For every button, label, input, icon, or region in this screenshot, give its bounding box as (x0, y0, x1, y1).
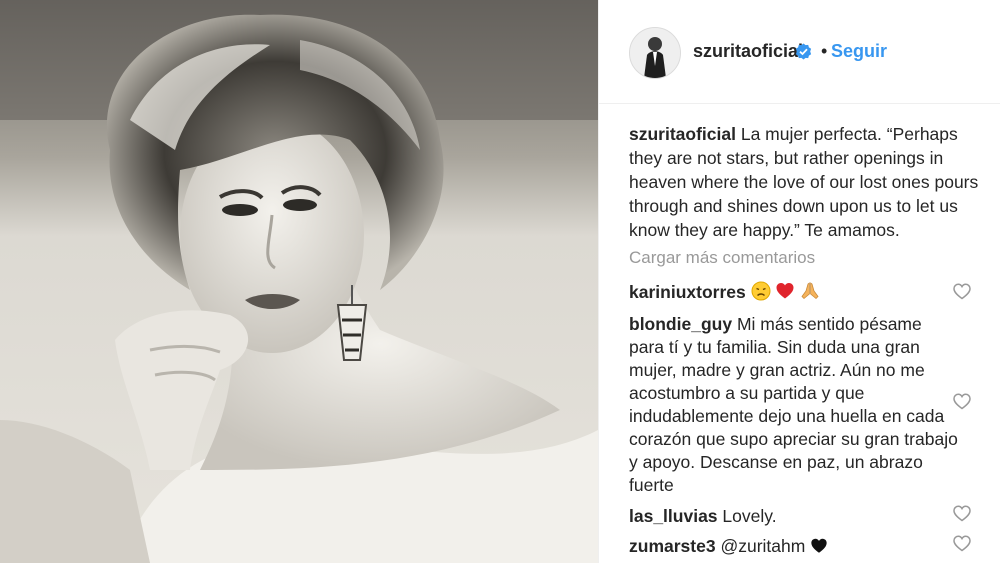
comment-item: las_lluvias Lovely. (629, 505, 959, 528)
post-header: szuritaoficial • Seguir (599, 0, 1000, 104)
comment-username[interactable]: zumarste3 (629, 536, 716, 556)
comment-like-heart-icon[interactable] (953, 283, 971, 300)
disappointed-face-icon (751, 281, 771, 307)
post-photo[interactable] (0, 0, 598, 563)
avatar-image (630, 28, 680, 78)
comment-username[interactable]: blondie_guy (629, 314, 732, 334)
follow-button[interactable]: Seguir (831, 41, 887, 62)
comment-text: Mi más sentido pésame para tí y tu famil… (629, 314, 958, 495)
comment-like-heart-icon[interactable] (953, 393, 971, 410)
comment-like-heart-icon[interactable] (953, 505, 971, 522)
verified-badge-icon (795, 43, 812, 60)
comment-username[interactable]: kariniuxtorres (629, 282, 746, 302)
red-heart-icon (775, 281, 795, 307)
load-more-comments-button[interactable]: Cargar más comentarios (629, 248, 815, 268)
caption-username[interactable]: szuritaoficial (629, 124, 736, 144)
avatar[interactable] (629, 27, 681, 79)
comment-mention-link[interactable]: @zuritahm (720, 536, 805, 556)
comment-username[interactable]: las_lluvias (629, 506, 718, 526)
post-panel: szuritaoficial • Seguir szuritaoficial L… (598, 0, 1000, 563)
post-caption: szuritaoficial La mujer perfecta. “Perha… (629, 122, 979, 242)
comment-text: Lovely. (722, 506, 777, 526)
portrait-image (0, 0, 598, 563)
comment-like-heart-icon[interactable] (953, 535, 971, 552)
comment-item: zumarste3 @zuritahm (629, 535, 959, 561)
separator-dot: • (821, 41, 828, 61)
folded-hands-icon (800, 281, 820, 307)
header-username[interactable]: szuritaoficial (693, 41, 803, 62)
comment-item: kariniuxtorres (629, 281, 959, 307)
black-heart-icon (810, 537, 828, 561)
comment-item: blondie_guy Mi más sentido pésame para t… (629, 313, 959, 497)
